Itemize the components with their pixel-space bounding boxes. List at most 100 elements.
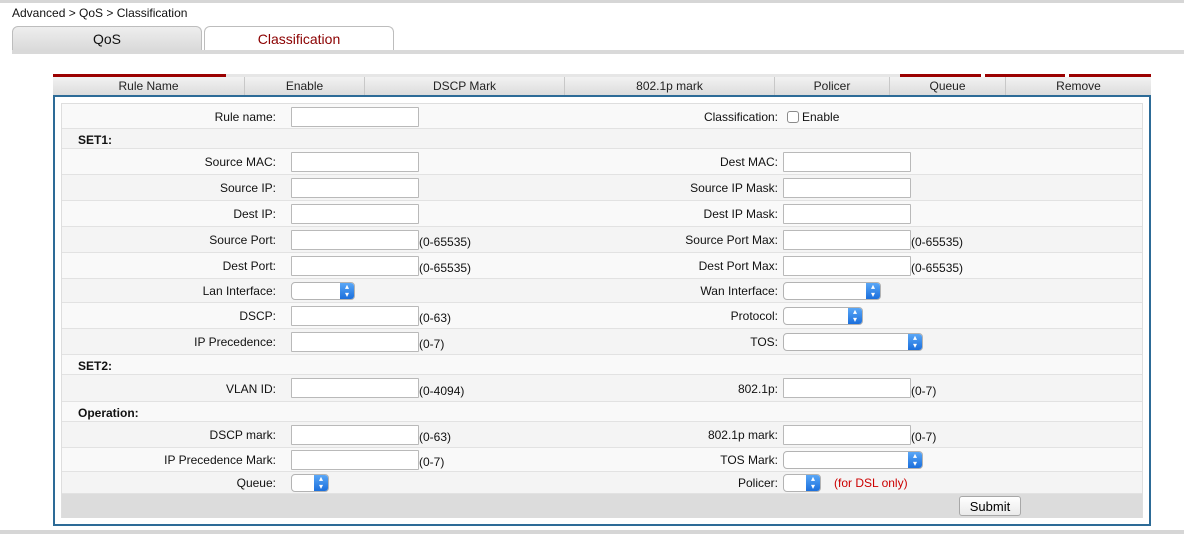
form-footer: Submit: [62, 494, 1142, 518]
vlan-id-label: VLAN ID:: [225, 382, 276, 396]
wan-interface-select[interactable]: ▴ ▾: [783, 282, 881, 300]
dest-port-max-label: Dest Port Max:: [698, 259, 778, 273]
column-header-dscp-mark: DSCP Mark: [365, 77, 565, 95]
dot1p-mark-range-hint: (0-7): [911, 430, 937, 444]
form-row: DSCP mark: (0-63) 802.1p mark: (0-7): [62, 422, 1142, 448]
ip-precedence-input[interactable]: [291, 332, 419, 352]
tos-label: TOS:: [750, 335, 778, 349]
rule-name-input[interactable]: [291, 107, 419, 127]
top-border: [0, 0, 1184, 3]
classification-label: Classification:: [703, 110, 778, 124]
form-row: Source IP: Source IP Mask:: [62, 175, 1142, 201]
column-header-policer: Policer: [775, 77, 890, 95]
policer-label: Policer:: [737, 476, 778, 490]
form-row: Lan Interface: ▴ ▾ Wan Interface: ▴ ▾: [62, 279, 1142, 303]
operation-heading: Operation:: [78, 406, 139, 420]
dest-port-max-range-hint: (0-65535): [911, 261, 964, 275]
tab-classification[interactable]: Classification: [204, 26, 394, 51]
bottom-border: [0, 530, 1184, 534]
ip-precedence-label: IP Precedence:: [194, 335, 276, 349]
form-row: Dest Port: (0-65535) Dest Port Max: (0-6…: [62, 253, 1142, 279]
source-mac-label: Source MAC:: [204, 155, 276, 169]
classification-enable-checkbox[interactable]: [787, 111, 799, 123]
tab-underline: [12, 50, 1184, 54]
tos-mark-select[interactable]: ▴ ▾: [783, 451, 923, 469]
dscp-input[interactable]: [291, 306, 419, 326]
dest-port-max-input[interactable]: [783, 256, 911, 276]
ip-precedence-mark-range-hint: (0-7): [419, 455, 445, 469]
column-header-8021p-mark: 802.1p mark: [565, 77, 775, 95]
protocol-label: Protocol:: [730, 309, 778, 323]
form-row: VLAN ID: (0-4094) 802.1p: (0-7): [62, 375, 1142, 402]
dot1p-input[interactable]: [783, 378, 911, 398]
ip-precedence-mark-label: IP Precedence Mark:: [164, 453, 276, 467]
section-row: Operation:: [62, 402, 1142, 422]
source-port-max-input[interactable]: [783, 230, 911, 250]
dscp-mark-label: DSCP mark:: [209, 428, 276, 442]
dest-port-range-hint: (0-65535): [419, 261, 472, 275]
source-ip-input[interactable]: [291, 178, 419, 198]
dscp-range-hint: (0-63): [419, 311, 452, 325]
form-row: Source Port: (0-65535) Source Port Max: …: [62, 227, 1142, 253]
dscp-mark-input[interactable]: [291, 425, 419, 445]
classification-enable-label: Enable: [802, 110, 840, 124]
source-mac-input[interactable]: [291, 152, 419, 172]
chevron-up-down-icon: ▴ ▾: [866, 283, 880, 299]
protocol-select[interactable]: ▴ ▾: [783, 307, 863, 325]
lan-interface-select[interactable]: ▴ ▾: [291, 282, 355, 300]
dest-ip-mask-label: Dest IP Mask:: [703, 207, 778, 221]
set1-heading: SET1:: [78, 133, 113, 147]
dot1p-range-hint: (0-7): [911, 384, 937, 398]
tos-mark-label: TOS Mark:: [720, 453, 778, 467]
form-row: IP Precedence Mark: (0-7) TOS Mark: ▴ ▾: [62, 448, 1142, 472]
source-ip-mask-input[interactable]: [783, 178, 911, 198]
source-port-label: Source Port:: [209, 233, 276, 247]
set2-heading: SET2:: [78, 359, 113, 373]
dot1p-label: 802.1p:: [737, 382, 778, 396]
ip-precedence-range-hint: (0-7): [419, 337, 445, 351]
dot1p-mark-label: 802.1p mark:: [707, 428, 778, 442]
rule-name-label: Rule name:: [214, 110, 276, 124]
chevron-up-down-icon: ▴ ▾: [908, 334, 922, 350]
dest-mac-label: Dest MAC:: [719, 155, 778, 169]
column-header-remove: Remove: [1056, 79, 1101, 93]
column-header-rule-name: Rule Name: [53, 77, 245, 95]
dscp-label: DSCP:: [239, 309, 276, 323]
column-header-queue: Queue: [890, 77, 1006, 95]
classification-form: Rule name: Classification: Enable SET1: …: [61, 103, 1143, 518]
source-ip-mask-label: Source IP Mask:: [690, 181, 778, 195]
policer-select[interactable]: ▴ ▾: [783, 474, 821, 492]
dest-mac-input[interactable]: [783, 152, 911, 172]
form-row: IP Precedence: (0-7) TOS: ▴ ▾: [62, 329, 1142, 355]
vlan-id-input[interactable]: [291, 378, 419, 398]
dest-ip-mask-input[interactable]: [783, 204, 911, 224]
chevron-up-down-icon: ▴ ▾: [340, 283, 354, 299]
source-port-range-hint: (0-65535): [419, 235, 472, 249]
chevron-up-down-icon: ▴ ▾: [314, 475, 328, 491]
source-port-input[interactable]: [291, 230, 419, 250]
column-header-enable: Enable: [245, 77, 365, 95]
policer-dsl-note: (for DSL only): [834, 476, 908, 490]
chevron-up-down-icon: ▴ ▾: [848, 308, 862, 324]
ip-precedence-mark-input[interactable]: [291, 450, 419, 470]
dscp-mark-range-hint: (0-63): [419, 430, 452, 444]
dot1p-mark-input[interactable]: [783, 425, 911, 445]
queue-select[interactable]: ▴ ▾: [291, 474, 329, 492]
dest-port-label: Dest Port:: [222, 259, 276, 273]
form-row: DSCP: (0-63) Protocol: ▴ ▾: [62, 303, 1142, 329]
submit-button[interactable]: Submit: [959, 496, 1021, 516]
form-row: Queue: ▴ ▾ Policer: ▴ ▾ (for DSL only): [62, 472, 1142, 494]
section-row: SET1:: [62, 129, 1142, 149]
vlan-id-range-hint: (0-4094): [419, 384, 465, 398]
form-row: Dest IP: Dest IP Mask:: [62, 201, 1142, 227]
dest-ip-label: Dest IP:: [233, 207, 276, 221]
dest-port-input[interactable]: [291, 256, 419, 276]
dest-ip-input[interactable]: [291, 204, 419, 224]
tos-select[interactable]: ▴ ▾: [783, 333, 923, 351]
queue-label: Queue:: [236, 476, 276, 490]
tab-qos[interactable]: QoS: [12, 26, 202, 51]
form-row: Source MAC: Dest MAC:: [62, 149, 1142, 175]
source-ip-label: Source IP:: [219, 181, 276, 195]
breadcrumb: Advanced > QoS > Classification: [12, 6, 188, 20]
source-port-max-range-hint: (0-65535): [911, 235, 964, 249]
